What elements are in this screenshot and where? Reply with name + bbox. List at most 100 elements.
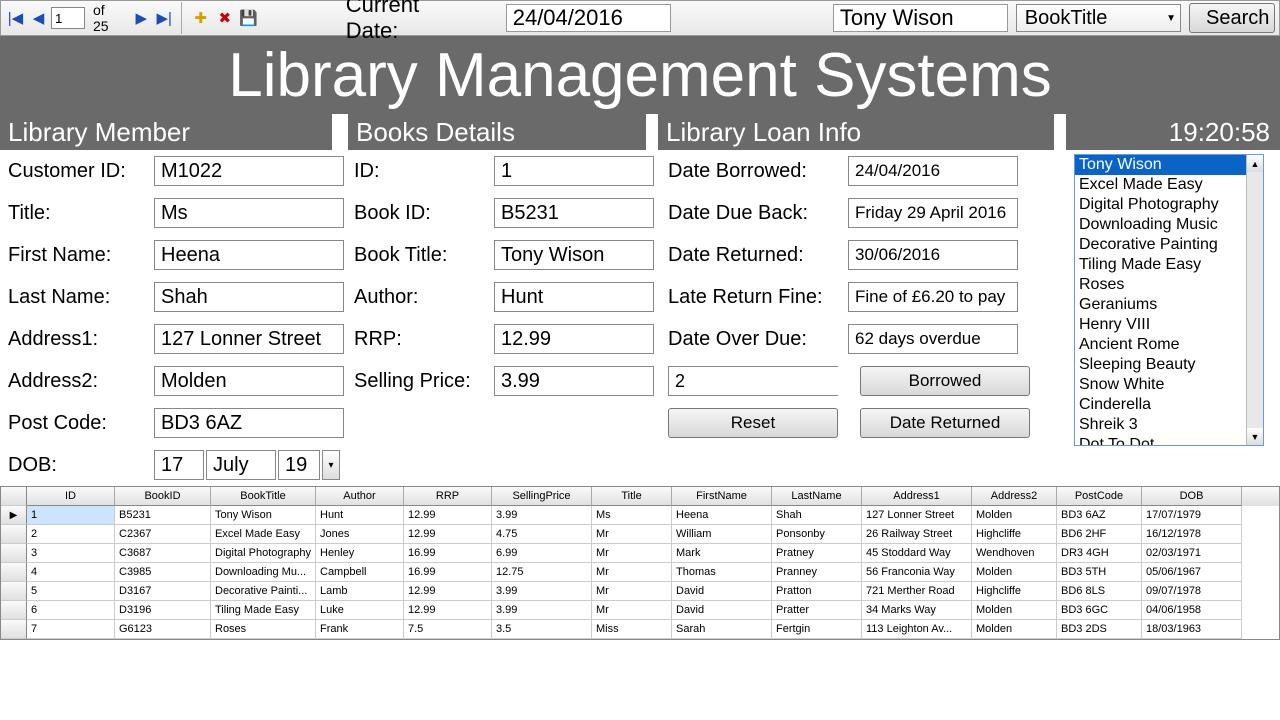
- date-returned-button[interactable]: Date Returned: [860, 408, 1030, 438]
- column-header[interactable]: PostCode: [1057, 487, 1142, 506]
- table-row[interactable]: 7G6123RosesFrank7.53.5MissSarahFertgin11…: [1, 620, 1279, 639]
- list-item[interactable]: Shreik 3: [1075, 415, 1263, 435]
- table-cell[interactable]: William: [672, 525, 772, 544]
- table-cell[interactable]: G6123: [115, 620, 211, 639]
- save-icon[interactable]: 💾: [238, 7, 260, 29]
- sort-field-dropdown[interactable]: BookTitle ▼: [1016, 4, 1181, 32]
- table-cell[interactable]: BD3 6GC: [1057, 601, 1142, 620]
- selling-price-field[interactable]: 3.99: [494, 366, 654, 396]
- table-row[interactable]: 2C2367Excel Made EasyJones12.994.75MrWil…: [1, 525, 1279, 544]
- date-borrowed-field[interactable]: 24/04/2016: [848, 156, 1018, 186]
- table-cell[interactable]: 56 Franconia Way: [862, 563, 972, 582]
- column-header[interactable]: FirstName: [672, 487, 772, 506]
- table-cell[interactable]: C3687: [115, 544, 211, 563]
- table-cell[interactable]: David: [672, 601, 772, 620]
- table-cell[interactable]: Mark: [672, 544, 772, 563]
- list-item[interactable]: Roses: [1075, 275, 1263, 295]
- dob-month[interactable]: July: [206, 450, 276, 480]
- table-cell[interactable]: Shah: [772, 506, 862, 525]
- table-cell[interactable]: 02/03/1971: [1142, 544, 1242, 563]
- table-row[interactable]: 6D3196Tiling Made EasyLuke12.993.99MrDav…: [1, 601, 1279, 620]
- list-item[interactable]: Sleeping Beauty: [1075, 355, 1263, 375]
- table-cell[interactable]: 17/07/1979: [1142, 506, 1242, 525]
- search-button[interactable]: Search: [1189, 3, 1275, 33]
- reset-button[interactable]: Reset: [668, 408, 838, 438]
- delete-record-icon[interactable]: ✖: [214, 7, 236, 29]
- table-cell[interactable]: Highcliffe: [972, 582, 1057, 601]
- table-cell[interactable]: 16/12/1978: [1142, 525, 1242, 544]
- date-returned-field[interactable]: 30/06/2016: [848, 240, 1018, 270]
- table-cell[interactable]: Tony Wison: [211, 506, 316, 525]
- table-cell[interactable]: BD3 2DS: [1057, 620, 1142, 639]
- dob-day[interactable]: 17: [154, 450, 204, 480]
- table-cell[interactable]: 3.99: [492, 506, 592, 525]
- table-cell[interactable]: Ponsonby: [772, 525, 862, 544]
- table-cell[interactable]: Molden: [972, 620, 1057, 639]
- rrp-field[interactable]: 12.99: [494, 324, 654, 354]
- column-header[interactable]: Address2: [972, 487, 1057, 506]
- table-cell[interactable]: C2367: [115, 525, 211, 544]
- table-cell[interactable]: 12.99: [404, 525, 492, 544]
- table-cell[interactable]: Heena: [672, 506, 772, 525]
- table-cell[interactable]: C3985: [115, 563, 211, 582]
- scroll-up-icon[interactable]: ▲: [1247, 155, 1263, 172]
- table-cell[interactable]: 3.99: [492, 582, 592, 601]
- table-cell[interactable]: 45 Stoddard Way: [862, 544, 972, 563]
- table-cell[interactable]: Excel Made Easy: [211, 525, 316, 544]
- table-cell[interactable]: Highcliffe: [972, 525, 1057, 544]
- book-title-field[interactable]: Tony Wison: [494, 240, 654, 270]
- table-cell[interactable]: BD6 2HF: [1057, 525, 1142, 544]
- table-row[interactable]: ▶1B5231Tony WisonHunt12.993.99MsHeenaSha…: [1, 506, 1279, 525]
- row-selector[interactable]: [1, 544, 27, 563]
- row-selector[interactable]: [1, 582, 27, 601]
- column-header[interactable]: Author: [316, 487, 404, 506]
- table-cell[interactable]: 12.75: [492, 563, 592, 582]
- list-item[interactable]: Digital Photography: [1075, 195, 1263, 215]
- table-cell[interactable]: Henley: [316, 544, 404, 563]
- table-cell[interactable]: 6.99: [492, 544, 592, 563]
- table-cell[interactable]: 16.99: [404, 563, 492, 582]
- table-cell[interactable]: Mr: [592, 525, 672, 544]
- list-item[interactable]: Geraniums: [1075, 295, 1263, 315]
- list-item[interactable]: Ancient Rome: [1075, 335, 1263, 355]
- table-cell[interactable]: BD3 5TH: [1057, 563, 1142, 582]
- row-selector[interactable]: [1, 601, 27, 620]
- list-item[interactable]: Decorative Painting: [1075, 235, 1263, 255]
- table-cell[interactable]: Molden: [972, 563, 1057, 582]
- table-cell[interactable]: D3167: [115, 582, 211, 601]
- table-cell[interactable]: 34 Marks Way: [862, 601, 972, 620]
- author-field[interactable]: Hunt: [494, 282, 654, 312]
- table-cell[interactable]: Pranney: [772, 563, 862, 582]
- table-cell[interactable]: 12.99: [404, 506, 492, 525]
- table-cell[interactable]: Wendhoven: [972, 544, 1057, 563]
- table-cell[interactable]: 4: [27, 563, 115, 582]
- list-item[interactable]: Dot To Dot: [1075, 435, 1263, 446]
- table-cell[interactable]: D3196: [115, 601, 211, 620]
- column-header[interactable]: RRP: [404, 487, 492, 506]
- table-cell[interactable]: 26 Railway Street: [862, 525, 972, 544]
- table-cell[interactable]: 5: [27, 582, 115, 601]
- table-cell[interactable]: 3: [27, 544, 115, 563]
- table-cell[interactable]: Miss: [592, 620, 672, 639]
- table-cell[interactable]: Mr: [592, 563, 672, 582]
- book-id-field[interactable]: B5231: [494, 198, 654, 228]
- address1-field[interactable]: 127 Lonner Street: [154, 324, 344, 354]
- table-cell[interactable]: Lamb: [316, 582, 404, 601]
- column-header[interactable]: BookID: [115, 487, 211, 506]
- table-cell[interactable]: Mr: [592, 601, 672, 620]
- address2-field[interactable]: Molden: [154, 366, 344, 396]
- table-cell[interactable]: 12.99: [404, 601, 492, 620]
- scrollbar[interactable]: ▲ ▼: [1246, 155, 1263, 445]
- table-cell[interactable]: 16.99: [404, 544, 492, 563]
- table-cell[interactable]: Campbell: [316, 563, 404, 582]
- column-header[interactable]: ID: [27, 487, 115, 506]
- first-name-field[interactable]: Heena: [154, 240, 344, 270]
- table-cell[interactable]: 2: [27, 525, 115, 544]
- table-cell[interactable]: DR3 4GH: [1057, 544, 1142, 563]
- table-cell[interactable]: 1: [27, 506, 115, 525]
- customer-id-field[interactable]: M1022: [154, 156, 344, 186]
- borrowed-button[interactable]: Borrowed: [860, 366, 1030, 396]
- table-row[interactable]: 5D3167Decorative Painti...Lamb12.993.99M…: [1, 582, 1279, 601]
- list-item[interactable]: Snow White: [1075, 375, 1263, 395]
- list-item[interactable]: Cinderella: [1075, 395, 1263, 415]
